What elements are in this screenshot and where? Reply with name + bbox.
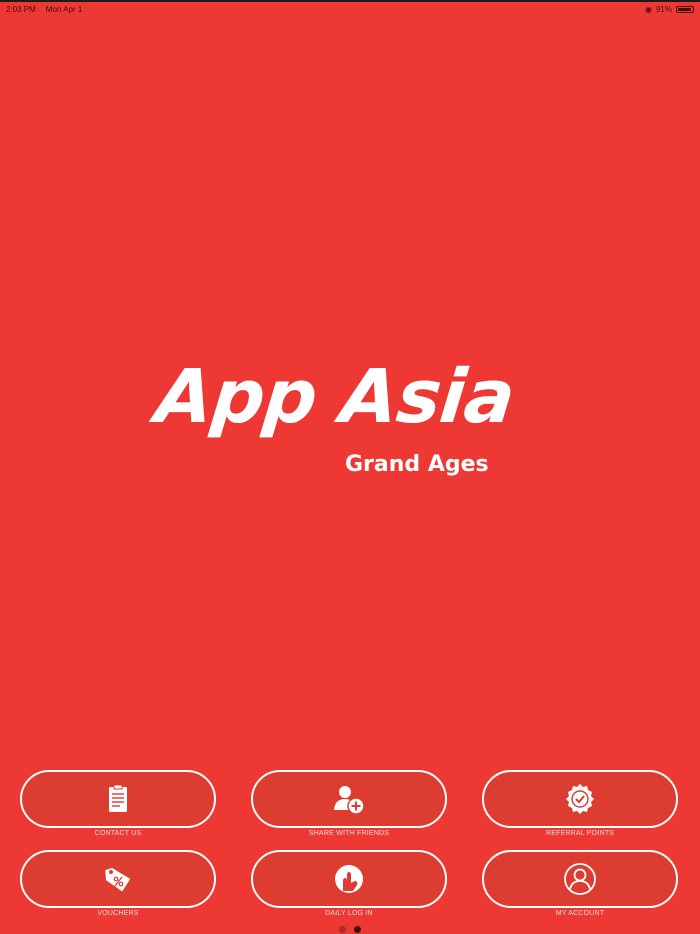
add-user-icon: [334, 786, 365, 815]
vouchers-button[interactable]: [20, 850, 216, 908]
referral-points-button[interactable]: [482, 770, 678, 828]
menu-item-daily-login[interactable]: DAILY LOG IN: [251, 850, 447, 917]
menu-item-vouchers[interactable]: VOUCHERS: [20, 850, 216, 917]
wifi-icon: ◉: [645, 4, 652, 14]
share-with-friends-label: SHARE WITH FRIENDS: [308, 830, 390, 837]
contact-us-label: CONTACT US: [94, 830, 142, 837]
battery-icon: [676, 5, 694, 13]
app-logo: App Asia Grand Ages: [0, 354, 700, 477]
clipboard-icon: [109, 784, 127, 812]
page-indicator[interactable]: [0, 926, 700, 933]
vouchers-label: VOUCHERS: [97, 910, 139, 917]
badge-check-icon: [566, 784, 594, 814]
menu-item-share[interactable]: SHARE WITH FRIENDS: [251, 770, 447, 837]
menu-item-contact-us[interactable]: CONTACT US: [20, 770, 216, 837]
battery-percent: 91%: [655, 4, 672, 14]
logo-title: App Asia: [151, 354, 519, 440]
menu-item-my-account[interactable]: MY ACCOUNT: [482, 850, 678, 917]
app-screen: 2:03 PM Mon Apr 1 ◉ 91% App Asia Grand A…: [0, 0, 700, 934]
page-dot-1[interactable]: [339, 926, 346, 933]
my-account-label: MY ACCOUNT: [555, 910, 605, 917]
logo-subtitle: Grand Ages: [345, 452, 489, 477]
status-time: 2:03 PM: [6, 4, 36, 14]
page-dot-2[interactable]: [354, 926, 361, 933]
contact-us-button[interactable]: [20, 770, 216, 828]
referral-points-label: REFERRAL POINTS: [545, 830, 615, 837]
daily-log-in-button[interactable]: [251, 850, 447, 908]
status-date: Mon Apr 1: [45, 4, 83, 14]
my-account-button[interactable]: [482, 850, 678, 908]
daily-log-in-label: DAILY LOG IN: [325, 910, 373, 917]
share-with-friends-button[interactable]: [251, 770, 447, 828]
touch-login-icon: [335, 865, 363, 893]
menu-item-referral[interactable]: REFERRAL POINTS: [482, 770, 678, 837]
user-account-icon: [564, 863, 596, 895]
status-bar: 2:03 PM Mon Apr 1 ◉ 91%: [0, 0, 700, 16]
discount-tag-icon: [105, 867, 131, 892]
